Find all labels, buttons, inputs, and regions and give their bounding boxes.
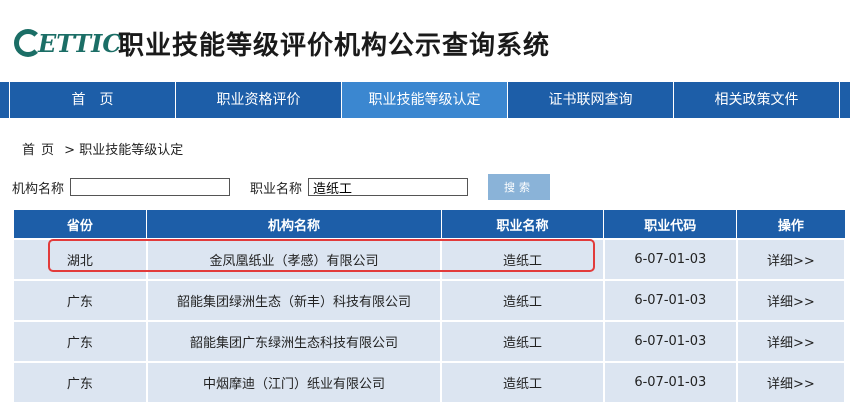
- search-bar: 机构名称 职业名称 搜索: [12, 174, 551, 200]
- cell-occupation-code: 6-07-01-03: [602, 238, 738, 281]
- table-row: 广东 韶能集团绿洲生态（新丰）科技有限公司 造纸工 6-07-01-03 详细>…: [12, 279, 847, 322]
- detail-link[interactable]: 详细>>: [767, 254, 815, 269]
- cell-province: 广东: [12, 279, 148, 322]
- nav-edge: [0, 82, 10, 118]
- table-header-row: 省份 机构名称 职业名称 职业代码 操作: [12, 209, 846, 240]
- cell-occupation: 造纸工: [440, 238, 605, 281]
- org-name-input[interactable]: [70, 178, 231, 196]
- org-name-label: 机构名称: [12, 181, 65, 197]
- nav-item-certificate-query[interactable]: 证书联网查询: [508, 82, 675, 118]
- breadcrumb: 首页 > 职业技能等级认定: [22, 139, 183, 158]
- cell-occupation: 造纸工: [440, 361, 605, 404]
- nav-item-policy-documents[interactable]: 相关政策文件: [674, 82, 841, 118]
- results-table: 省份 机构名称 职业名称 职业代码 操作 湖北 金凤凰纸业（孝感）有限公司 造纸…: [12, 209, 847, 404]
- cell-org-name: 韶能集团广东绿洲生态科技有限公司: [145, 320, 443, 363]
- breadcrumb-home[interactable]: 首页: [22, 143, 60, 158]
- breadcrumb-separator: >: [64, 143, 76, 158]
- cell-action: 详细>>: [735, 238, 847, 281]
- site-title: 职业技能等级评价机构公示查询系统: [118, 31, 551, 61]
- cell-occupation-code: 6-07-01-03: [602, 361, 738, 404]
- cell-action: 详细>>: [735, 361, 847, 404]
- search-button[interactable]: 搜索: [488, 174, 551, 200]
- table-row: 广东 中烟摩迪（江门）纸业有限公司 造纸工 6-07-01-03 详细>>: [12, 361, 847, 404]
- main-nav: 首 页 职业资格评价 职业技能等级认定 证书联网查询 相关政策文件: [0, 82, 850, 118]
- occupation-name-input[interactable]: [308, 178, 469, 196]
- header-occupation: 职业名称: [440, 209, 605, 240]
- cell-occupation: 造纸工: [440, 279, 605, 322]
- header: ETTIC 职业技能等级评价机构公示查询系统: [0, 0, 850, 82]
- cell-occupation-code: 6-07-01-03: [602, 279, 738, 322]
- cell-occupation-code: 6-07-01-03: [602, 320, 738, 363]
- occupation-name-label: 职业名称: [250, 181, 303, 197]
- header-action: 操作: [736, 209, 846, 240]
- cell-org-name: 韶能集团绿洲生态（新丰）科技有限公司: [145, 279, 443, 322]
- cell-action: 详细>>: [735, 320, 847, 363]
- table-row: 广东 韶能集团广东绿洲生态科技有限公司 造纸工 6-07-01-03 详细>>: [12, 320, 847, 363]
- nav-item-skill-level-certification[interactable]: 职业技能等级认定: [341, 82, 508, 118]
- nav-edge: [840, 82, 850, 118]
- detail-link[interactable]: 详细>>: [767, 336, 815, 351]
- cell-org-name: 中烟摩迪（江门）纸业有限公司: [145, 361, 443, 404]
- cell-province: 广东: [12, 361, 148, 404]
- table-row: 湖北 金凤凰纸业（孝感）有限公司 造纸工 6-07-01-03 详细>>: [12, 238, 847, 281]
- header-occupation-code: 职业代码: [603, 209, 738, 240]
- cell-province: 湖北: [12, 238, 148, 281]
- cell-action: 详细>>: [735, 279, 847, 322]
- ettic-logo[interactable]: ETTIC: [14, 27, 121, 59]
- nav-item-qualification-evaluation[interactable]: 职业资格评价: [176, 82, 342, 118]
- cell-province: 广东: [12, 320, 148, 363]
- cell-org-name: 金凤凰纸业（孝感）有限公司: [145, 238, 443, 281]
- header-org-name: 机构名称: [146, 209, 442, 240]
- detail-link[interactable]: 详细>>: [767, 377, 815, 392]
- nav-item-home[interactable]: 首 页: [10, 82, 176, 118]
- header-province: 省份: [12, 209, 148, 240]
- logo-text: ETTIC: [38, 28, 122, 58]
- detail-link[interactable]: 详细>>: [767, 295, 815, 310]
- cell-occupation: 造纸工: [440, 320, 605, 363]
- breadcrumb-current: 职业技能等级认定: [79, 143, 184, 158]
